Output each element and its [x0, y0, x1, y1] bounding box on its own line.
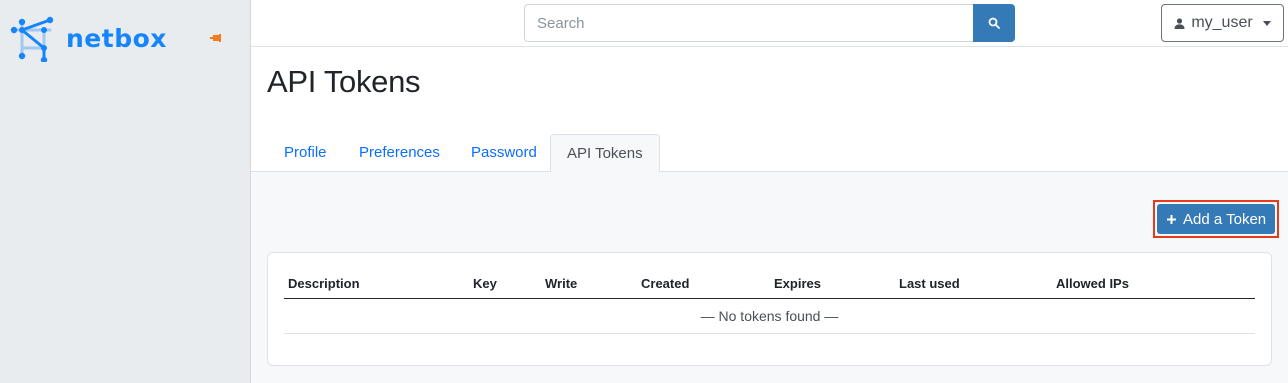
column-header-key: Key [469, 271, 541, 299]
username: my_user [1191, 14, 1253, 31]
column-header-write: Write [541, 271, 637, 299]
user-icon [1174, 17, 1185, 29]
tab-profile[interactable]: Profile [268, 134, 343, 172]
table-header-row: Description Key Write Created Expires La… [284, 271, 1255, 299]
top-navbar: my_user [251, 0, 1288, 47]
table-row: — No tokens found — [284, 298, 1255, 334]
column-header-created: Created [637, 271, 770, 299]
main-content: Add a Token Description Key Write Create… [251, 172, 1288, 383]
tokens-table: Description Key Write Created Expires La… [284, 271, 1255, 334]
add-token-highlight: Add a Token [1153, 200, 1280, 238]
column-header-description: Description [284, 271, 469, 299]
column-header-allowed-ips: Allowed IPs [1052, 271, 1255, 299]
tab-preferences[interactable]: Preferences [343, 134, 456, 172]
brand-name: netbox [66, 23, 167, 53]
user-menu-button[interactable]: my_user [1161, 4, 1284, 42]
empty-message: — No tokens found — [284, 298, 1255, 334]
netbox-logo-icon [10, 16, 54, 62]
tab-api-tokens[interactable]: API Tokens [550, 134, 660, 173]
sidebar: netbox [0, 0, 251, 383]
add-token-button[interactable]: Add a Token [1157, 204, 1276, 234]
search-input[interactable] [524, 4, 973, 42]
pin-icon[interactable] [210, 30, 222, 48]
search-icon [988, 17, 1000, 29]
tab-password[interactable]: Password [455, 134, 553, 172]
page-title: API Tokens [267, 64, 421, 99]
add-token-label: Add a Token [1183, 210, 1267, 228]
chevron-down-icon [1262, 20, 1271, 26]
brand-logo[interactable]: netbox [10, 14, 167, 62]
column-header-last-used: Last used [895, 271, 1052, 299]
plus-icon [1167, 214, 1176, 224]
search-button[interactable] [973, 4, 1015, 42]
column-header-expires: Expires [770, 271, 895, 299]
search-form [524, 4, 1015, 42]
tab-bar: Profile Preferences Password API Tokens [251, 134, 1288, 173]
tokens-card: Description Key Write Created Expires La… [267, 252, 1272, 366]
